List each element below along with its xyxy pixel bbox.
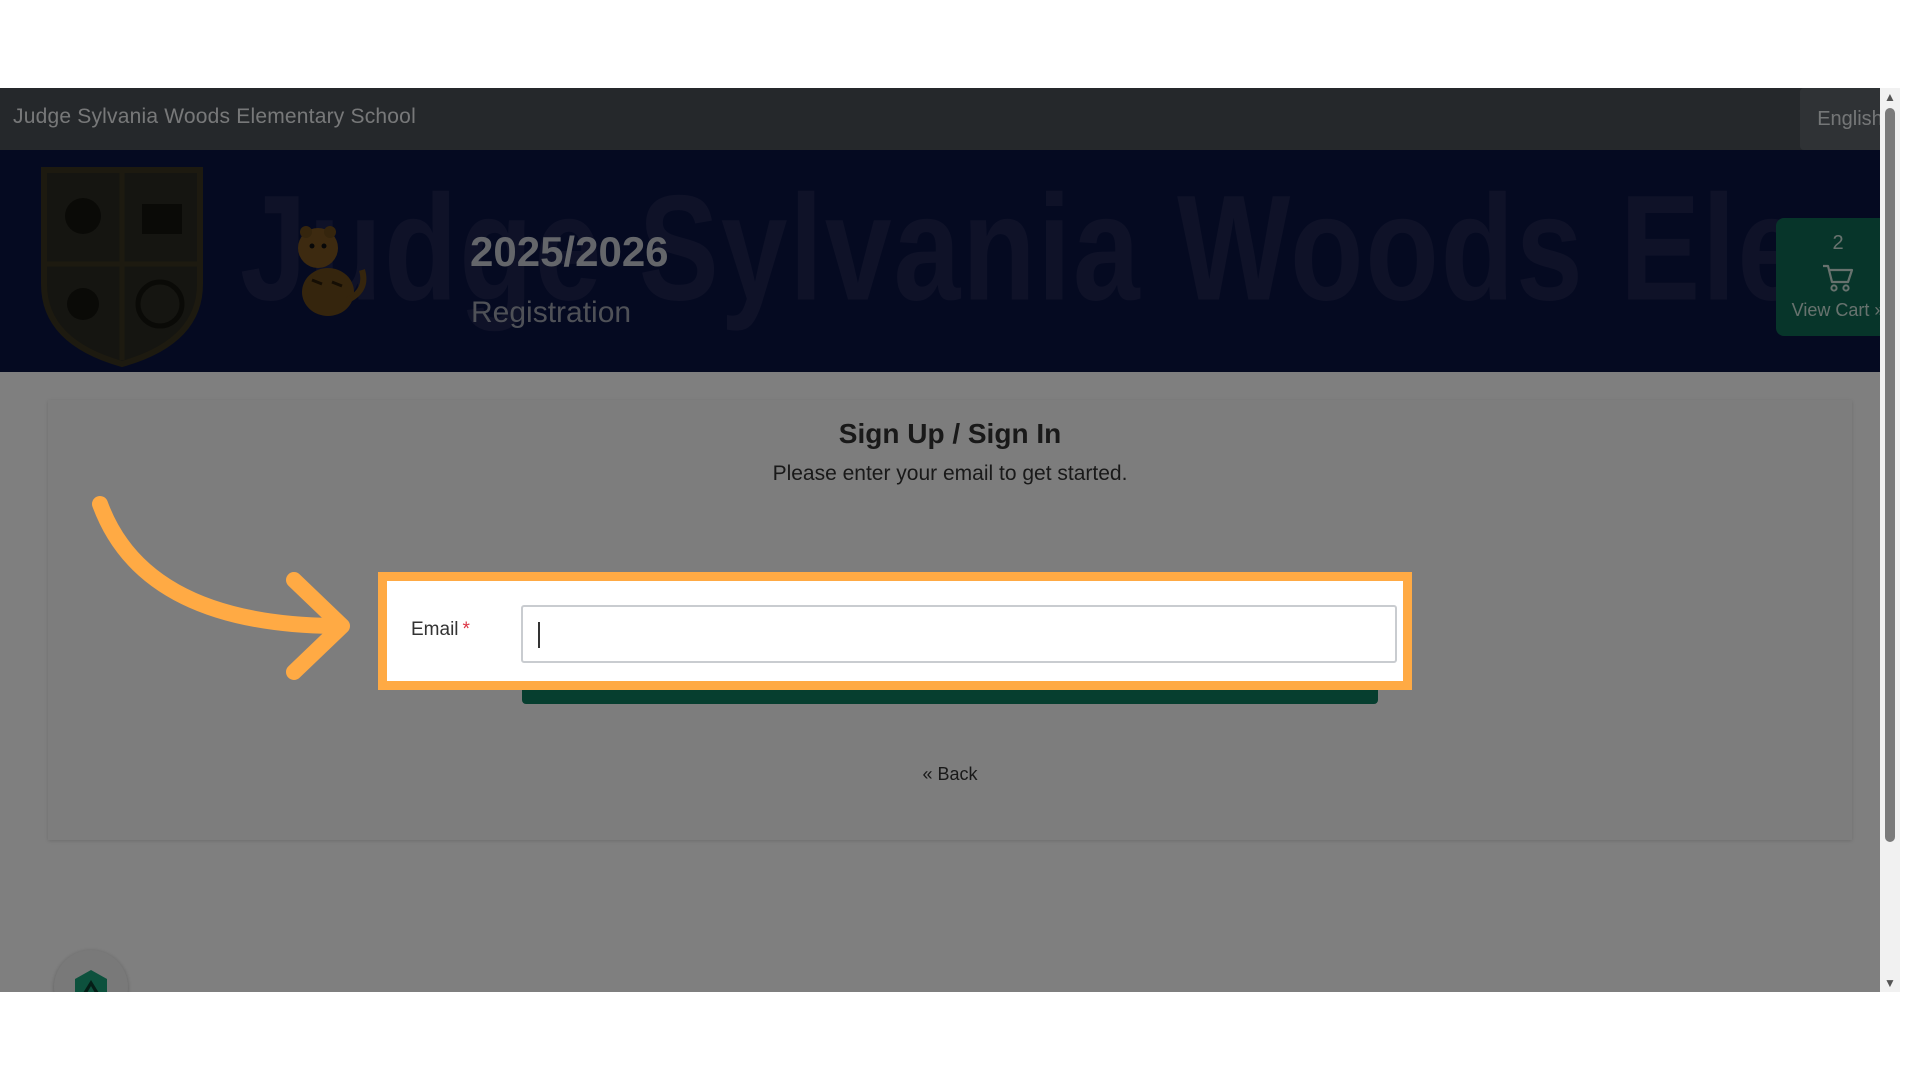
school-crest-icon bbox=[41, 167, 203, 368]
scrollbar[interactable]: ▲ ▼ bbox=[1880, 88, 1900, 992]
scroll-down-icon[interactable]: ▼ bbox=[1880, 974, 1900, 992]
registration-year: 2025/2026 bbox=[470, 228, 669, 275]
help-widget-button[interactable]: 11 bbox=[54, 950, 128, 992]
school-name[interactable]: Judge Sylvania Woods Elementary School bbox=[13, 105, 416, 129]
form-title: Sign Up / Sign In bbox=[838, 418, 1062, 449]
scrollbar-thumb[interactable] bbox=[1885, 108, 1895, 842]
widget-logo-icon bbox=[75, 970, 107, 992]
form-subtitle: Please enter your email to get started. bbox=[772, 462, 1128, 485]
back-link[interactable]: « Back bbox=[48, 764, 1852, 785]
email-label-text: Email bbox=[411, 619, 459, 640]
text-cursor bbox=[538, 622, 540, 648]
pointer-arrow-icon bbox=[92, 496, 350, 680]
header-banner: Judge Sylvania Woods Elementary School bbox=[0, 150, 1900, 372]
required-asterisk: * bbox=[462, 619, 470, 640]
scroll-up-icon[interactable]: ▲ bbox=[1880, 88, 1900, 106]
shopping-cart-icon bbox=[1823, 264, 1854, 292]
tiger-mascot-icon bbox=[298, 226, 367, 316]
registration-subtitle: Registration bbox=[471, 296, 632, 329]
email-input[interactable] bbox=[521, 605, 1397, 663]
page-viewport: Judge Sylvania Woods Elementary School E… bbox=[0, 88, 1900, 992]
top-navbar: Judge Sylvania Woods Elementary School E… bbox=[0, 88, 1900, 150]
email-label: Email * bbox=[411, 619, 470, 641]
browser-frame: Judge Sylvania Woods Elementary School E… bbox=[0, 88, 1920, 992]
email-field-highlight: Email * bbox=[378, 572, 1412, 690]
